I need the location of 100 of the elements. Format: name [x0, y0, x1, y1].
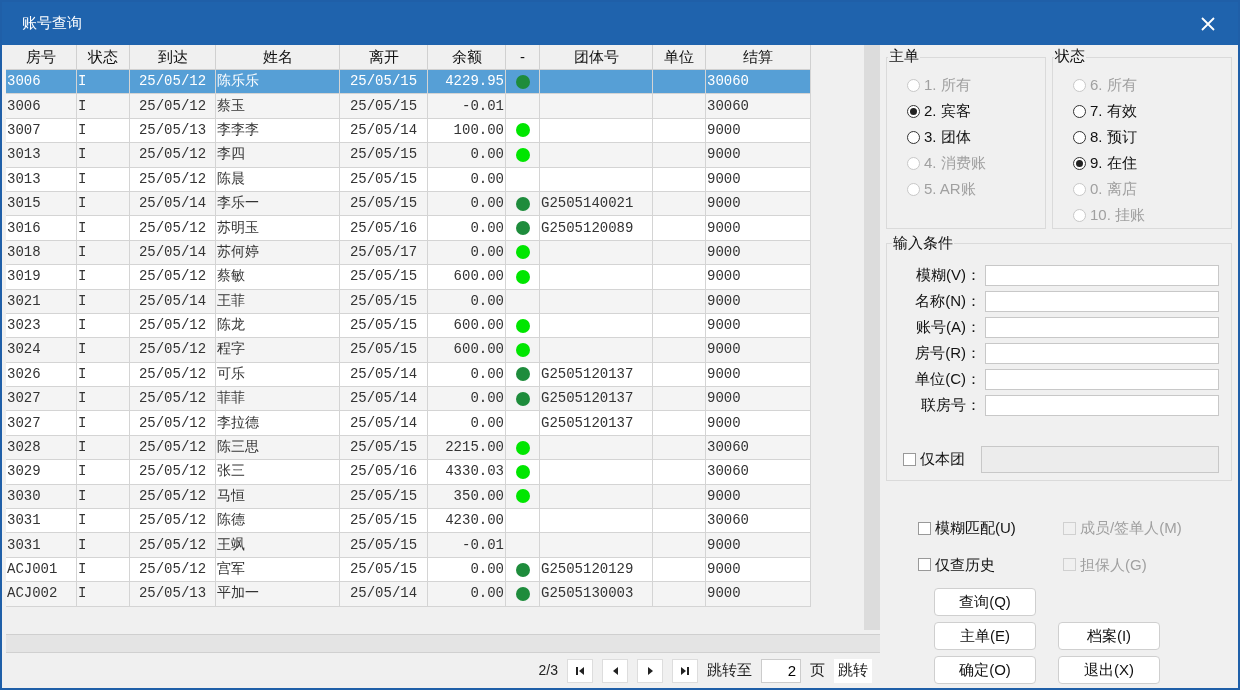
table-cell-text: 李乐一 [216, 194, 260, 214]
table-cell-text: 25/05/12 [137, 364, 208, 384]
action-button[interactable]: 档案(I) [1058, 622, 1160, 650]
table-row[interactable]: 3019 I 25/05/12 蔡敏 25/05/15 600.00 9000 [6, 265, 811, 290]
table-row[interactable]: 3006 I 25/05/12 蔡玉 25/05/15 -0.01 30060 [6, 94, 811, 119]
table-row[interactable]: 3007 I 25/05/13 李李李 25/05/14 100.00 9000 [6, 118, 811, 144]
table-row[interactable]: 3031 I 25/05/12 陈德 25/05/15 4230.00 30060 [6, 509, 811, 534]
table-row[interactable]: 3027 I 25/05/12 菲菲 25/05/14 0.00 G2505120137 9000 [6, 387, 811, 412]
table-cell-text: 600.00 [452, 340, 505, 360]
table-cell-text: I [77, 438, 88, 458]
table-cell-text: 25/05/14 [137, 242, 208, 262]
page-nav-button[interactable] [637, 658, 663, 683]
table-row[interactable]: 3029 I 25/05/12 张三 25/05/16 4330.03 30060 [6, 460, 811, 485]
action-button[interactable]: 主单(E) [934, 622, 1036, 650]
field-label: 联房号： [920, 394, 982, 415]
table-cell-text: 9000 [706, 560, 742, 579]
input-field[interactable] [985, 290, 1219, 312]
table-cell-text: 程字 [216, 340, 246, 360]
table-cell-text: 25/05/12 [137, 96, 208, 116]
page-nav-button[interactable] [672, 658, 698, 683]
table-cell-text: 25/05/15 [348, 340, 419, 360]
page-nav-button[interactable] [602, 658, 628, 683]
table-cell-text: I [77, 389, 88, 409]
horizontal-scrollbar[interactable] [6, 634, 880, 652]
page-input[interactable]: 2 [761, 658, 801, 683]
table-row[interactable]: 3028 I 25/05/12 陈三思 25/05/15 2215.00 30060 [6, 435, 811, 461]
table-row[interactable]: 3021 I 25/05/14 王菲 25/05/15 0.00 9000 [6, 289, 811, 314]
field-label: 单位(C)： [914, 368, 982, 389]
table-row[interactable]: 3015 I 25/05/14 李乐一 25/05/15 0.00 G2505140021 9000 [6, 191, 811, 217]
input-field[interactable] [985, 342, 1219, 364]
action-button[interactable]: 退出(X) [1058, 656, 1160, 684]
radio-button[interactable] [1073, 104, 1086, 118]
checkbox[interactable] [903, 453, 916, 466]
table-row[interactable]: 3030 I 25/05/12 马恒 25/05/15 350.00 9000 [6, 484, 811, 510]
column-header[interactable]: 状态 [77, 45, 130, 70]
table-row[interactable]: 3016 I 25/05/12 苏明玉 25/05/16 0.00 G2505120089 9000 [6, 216, 811, 241]
table-row[interactable]: 3013 I 25/05/12 李四 25/05/15 0.00 9000 [6, 143, 811, 168]
close-icon [1201, 16, 1215, 31]
table-cell-text: 25/05/12 [137, 413, 208, 433]
table-row[interactable]: 3013 I 25/05/12 陈晨 25/05/15 0.00 9000 [6, 167, 811, 192]
table-row[interactable]: ACJ002 I 25/05/13 平加一 25/05/14 0.00 G2505130003 9000 [6, 582, 811, 607]
table-cell-text: 25/05/15 [348, 96, 419, 116]
column-header[interactable]: 余额 [428, 45, 506, 70]
first-page-icon [575, 665, 585, 676]
column-header[interactable]: 姓名 [216, 45, 340, 70]
column-header[interactable]: 单位 [653, 45, 706, 70]
vertical-scrollbar[interactable] [864, 45, 880, 630]
table-cell-text: 3026 [6, 364, 42, 384]
checkbox[interactable] [918, 521, 931, 535]
table-cell-text: 25/05/14 [137, 291, 208, 311]
table-cell-text: 3024 [6, 340, 42, 360]
jump-button[interactable]: 跳转 [834, 658, 872, 683]
table-cell-text: 25/05/15 [348, 194, 419, 214]
column-header[interactable]: 房号 [6, 45, 77, 70]
action-button[interactable]: 查询(Q) [934, 588, 1036, 616]
table-cell-text: I [77, 584, 88, 604]
column-header[interactable]: - [506, 45, 540, 70]
input-field[interactable] [985, 316, 1219, 338]
input-field[interactable] [985, 264, 1219, 286]
table-cell-text: 25/05/15 [348, 486, 419, 506]
checkbox-label: 仅本团 [920, 449, 965, 470]
input-field[interactable] [985, 368, 1219, 390]
table-cell-text: 蔡敏 [216, 267, 246, 287]
table-cell-text: 25/05/14 [348, 389, 419, 409]
table-cell-text: 25/05/15 [348, 511, 419, 531]
table-cell-text: 陈三思 [216, 438, 260, 458]
table-cell-text: ACJ001 [6, 560, 59, 579]
radio-button[interactable] [1073, 156, 1086, 170]
table-cell-text: G2505120137 [540, 389, 635, 409]
table-row[interactable]: ACJ001 I 25/05/12 宫军 25/05/15 0.00 G2505120129 9000 [6, 557, 811, 583]
table-row[interactable]: 3023 I 25/05/12 陈龙 25/05/15 600.00 9000 [6, 313, 811, 339]
action-button[interactable]: 确定(O) [934, 656, 1036, 684]
table-cell-text: 9000 [706, 340, 742, 360]
table-row[interactable]: 3024 I 25/05/12 程字 25/05/15 600.00 9000 [6, 338, 811, 363]
table-cell-text: I [77, 535, 88, 555]
checkbox[interactable] [918, 558, 931, 572]
table-row[interactable]: 3026 I 25/05/12 可乐 25/05/14 0.00 G2505120137 9000 [6, 362, 811, 388]
table-cell-text: 25/05/12 [137, 145, 208, 165]
table-cell-text: 25/05/12 [137, 462, 208, 482]
table-cell-text: 苏何婷 [216, 242, 260, 262]
input-field[interactable] [985, 394, 1219, 416]
table-row[interactable]: 3018 I 25/05/14 苏何婷 25/05/17 0.00 9000 [6, 240, 811, 266]
table-cell-text: 陈乐乐 [216, 72, 260, 92]
radio-label: 1. 所有 [924, 74, 971, 95]
table-row[interactable]: 3031 I 25/05/12 王飒 25/05/15 -0.01 9000 [6, 533, 811, 558]
column-header[interactable]: 离开 [340, 45, 428, 70]
page-nav-button[interactable] [567, 658, 593, 683]
table-cell-text: -0.01 [461, 535, 505, 555]
table-row[interactable]: 3027 I 25/05/12 李拉德 25/05/14 0.00 G2505120137 9000 [6, 411, 811, 436]
radio-button[interactable] [907, 130, 920, 144]
table-cell-text: 25/05/12 [137, 389, 208, 409]
column-header[interactable]: 团体号 [540, 45, 653, 70]
table-cell-text: 25/05/12 [137, 340, 208, 360]
column-header[interactable]: 结算 [706, 45, 811, 70]
radio-button[interactable] [1073, 130, 1086, 144]
table-cell-text: I [77, 413, 88, 433]
table-cell-text: I [77, 120, 88, 140]
table-cell-text: 陈晨 [216, 169, 246, 189]
radio-button[interactable] [907, 104, 920, 118]
column-header[interactable]: 到达 [130, 45, 216, 70]
